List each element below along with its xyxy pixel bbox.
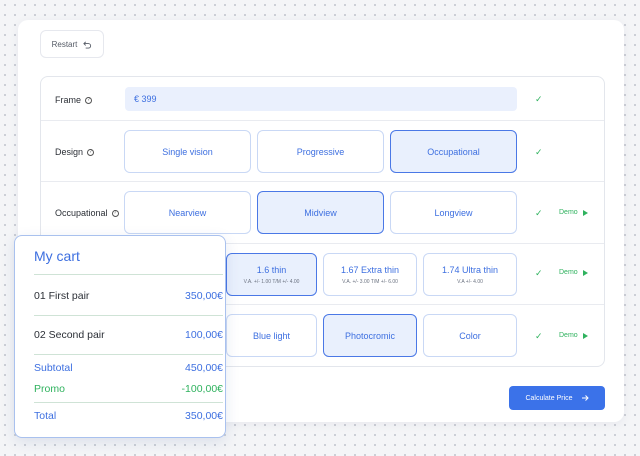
play-icon [582,332,588,339]
promo-line: Promo -100,00€ [34,383,223,395]
option-color[interactable]: Color [423,314,517,357]
check-icon: ✓ [535,147,543,157]
cart-item: 01 First pair 350,00€ [34,290,223,302]
divider [34,315,223,316]
check-icon: ✓ [535,268,543,278]
option-longview[interactable]: Longview [390,191,517,234]
demo-link[interactable]: Demo [559,332,588,339]
occupational-label: Occupational ? [55,208,119,218]
check-icon: ✓ [535,94,543,104]
option-photocromic[interactable]: Photocromic [323,314,417,357]
option-single-vision[interactable]: Single vision [124,130,251,173]
demo-link[interactable]: Demo [559,269,588,276]
divider [34,274,223,275]
cart-title: My cart [34,248,80,264]
help-icon[interactable]: ? [111,209,119,217]
demo-link[interactable]: Demo [559,209,588,216]
cart-item: 02 Second pair 100,00€ [34,329,223,341]
divider [34,354,223,355]
frame-label: Frame ? [55,95,93,105]
calculate-price-button[interactable]: Calculate Price [509,386,605,410]
restart-label: Restart [51,39,78,49]
option-1-67-extra-thin[interactable]: 1.67 Extra thin V.A. +/- 3.00 T/M +/- 6.… [323,253,417,296]
design-label: Design ? [55,147,95,157]
option-occupational[interactable]: Occupational [390,130,517,173]
check-icon: ✓ [535,331,543,341]
restart-button[interactable]: Restart [40,30,104,58]
frame-price-field[interactable]: € 399 [125,87,517,111]
play-icon [582,209,588,216]
option-progressive[interactable]: Progressive [257,130,384,173]
help-icon[interactable]: ? [85,96,93,104]
cart-panel: My cart 01 First pair 350,00€ 02 Second … [14,235,226,438]
undo-icon [83,40,92,49]
frame-row: Frame ? € 399 ✓ [41,77,604,121]
design-row: Design ? Single vision Progressive Occup… [41,121,604,182]
help-icon[interactable]: ? [87,148,95,156]
option-nearview[interactable]: Nearview [124,191,251,234]
option-blue-light[interactable]: Blue light [226,314,317,357]
subtotal-line: Subtotal 450,00€ [34,362,223,374]
divider [34,402,223,403]
check-icon: ✓ [535,208,543,218]
total-line: Total 350,00€ [34,410,223,422]
play-icon [582,269,588,276]
arrow-right-icon [581,395,589,401]
option-1-74-ultra-thin[interactable]: 1.74 Ultra thin V.A +/- 4.00 [423,253,517,296]
option-1-6-thin[interactable]: 1.6 thin V.A. +/- 1.00 T/M +/- 4.00 [226,253,317,296]
option-midview[interactable]: Midview [257,191,384,234]
